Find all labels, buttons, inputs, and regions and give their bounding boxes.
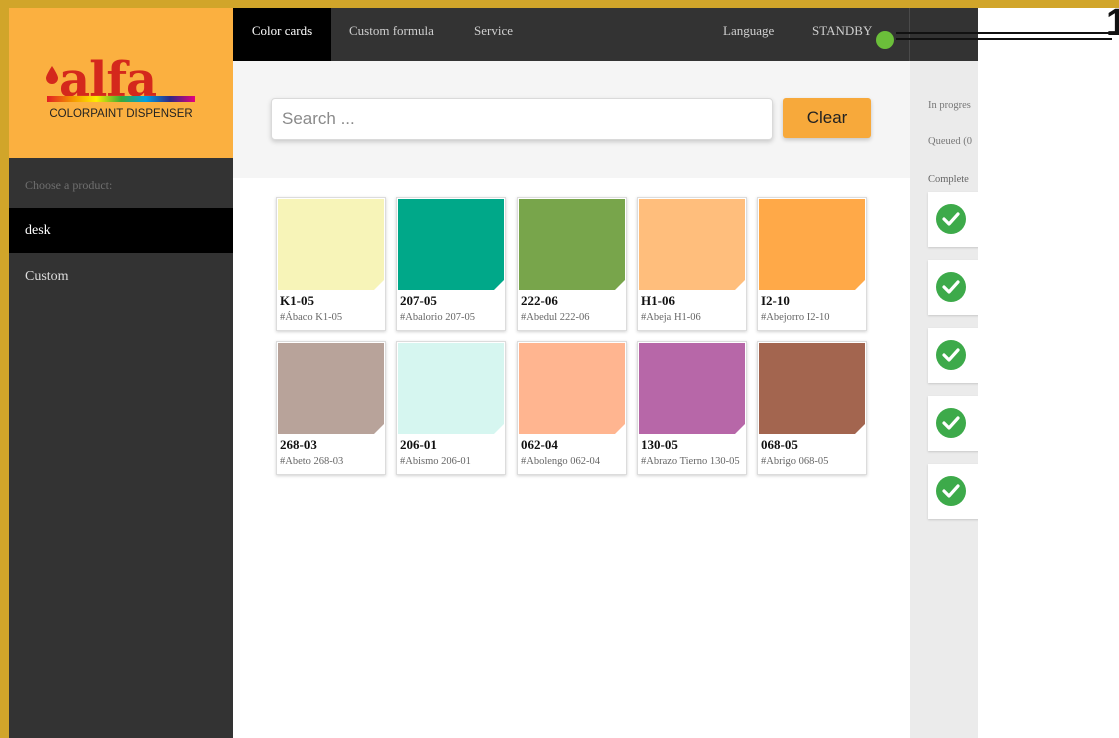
check-icon xyxy=(936,476,966,506)
color-swatch xyxy=(759,199,865,290)
sidebar-item-desk[interactable]: desk xyxy=(9,208,233,253)
check-icon xyxy=(936,272,966,302)
outside-area xyxy=(978,8,1119,738)
callout-line xyxy=(896,32,1112,34)
in-progress-label: In progres xyxy=(928,100,971,111)
search-bar: Clear xyxy=(233,61,910,178)
color-swatch xyxy=(639,343,745,434)
check-icon xyxy=(936,340,966,370)
color-code: 062-04 xyxy=(521,437,558,452)
color-card-grid: K1-05 #Ábaco K1-05 207-05 #Abalorio 207-05 2… xyxy=(233,178,910,738)
color-name: #Abolengo 062-04 xyxy=(521,456,601,467)
frame-border-left xyxy=(0,0,9,738)
status-label: STANDBY xyxy=(812,23,873,38)
color-swatch xyxy=(278,199,384,290)
completed-label: Complete xyxy=(928,174,969,185)
color-card[interactable]: 130-05 #Abrazo Tierno 130-05 xyxy=(637,341,747,475)
color-card[interactable]: K1-05 #Ábaco K1-05 xyxy=(276,197,386,331)
callout-number: 1 xyxy=(1106,2,1119,44)
color-name: #Ábaco K1-05 xyxy=(280,312,343,323)
color-card[interactable]: I2-10 #Abejorro I2-10 xyxy=(757,197,867,331)
check-icon xyxy=(936,204,966,234)
choose-product-label: Choose a product: xyxy=(25,178,113,192)
color-swatch xyxy=(398,199,504,290)
color-swatch xyxy=(519,199,625,290)
completed-job[interactable] xyxy=(928,328,978,383)
color-swatch xyxy=(398,343,504,434)
check-icon xyxy=(936,408,966,438)
color-code: I2-10 xyxy=(761,293,790,308)
job-queue-panel: In progres Queued (0 Complete xyxy=(910,8,978,738)
color-card[interactable]: 207-05 #Abalorio 207-05 xyxy=(396,197,506,331)
color-name: #Abedul 222-06 xyxy=(521,312,590,323)
logo-panel: alfa COLORPAINT DISPENSER xyxy=(9,8,233,158)
logo-rainbow-bar xyxy=(47,96,195,102)
color-name: #Abejorro I2-10 xyxy=(761,312,830,323)
color-code: 207-05 xyxy=(400,293,437,308)
color-name: #Abeja H1-06 xyxy=(641,312,701,323)
tab-color-cards[interactable]: Color cards xyxy=(233,8,331,61)
clear-button[interactable]: Clear xyxy=(783,98,871,138)
completed-job[interactable] xyxy=(928,396,978,451)
sidebar-item-custom[interactable]: Custom xyxy=(9,254,233,299)
color-name: #Abismo 206-01 xyxy=(400,456,471,467)
search-input[interactable] xyxy=(271,98,773,140)
color-code: 206-01 xyxy=(400,437,437,452)
color-swatch xyxy=(639,199,745,290)
color-card[interactable]: H1-06 #Abeja H1-06 xyxy=(637,197,747,331)
color-code: 068-05 xyxy=(761,437,798,452)
color-name: #Abrigo 068-05 xyxy=(761,456,829,467)
color-name: #Abrazo Tierno 130-05 xyxy=(641,456,740,467)
color-name: #Abalorio 207-05 xyxy=(400,312,475,323)
color-card[interactable]: 268-03 #Abeto 268-03 xyxy=(276,341,386,475)
top-navigation: Color cards Custom formula Service Langu… xyxy=(233,8,978,61)
color-code: 268-03 xyxy=(280,437,317,452)
completed-job[interactable] xyxy=(928,192,978,247)
color-code: K1-05 xyxy=(280,293,314,308)
color-swatch xyxy=(519,343,625,434)
logo-subtitle: COLORPAINT DISPENSER xyxy=(49,108,193,120)
tab-service[interactable]: Service xyxy=(474,8,513,61)
sidebar: alfa COLORPAINT DISPENSER Choose a produ… xyxy=(9,8,233,738)
frame-border-top xyxy=(0,0,1119,8)
color-card[interactable]: 062-04 #Abolengo 062-04 xyxy=(517,341,627,475)
color-card[interactable]: 068-05 #Abrigo 068-05 xyxy=(757,341,867,475)
tab-custom-formula[interactable]: Custom formula xyxy=(349,8,434,61)
color-name: #Abeto 268-03 xyxy=(280,456,344,467)
color-card[interactable]: 222-06 #Abedul 222-06 xyxy=(517,197,627,331)
color-code: H1-06 xyxy=(641,293,675,308)
color-swatch xyxy=(759,343,865,434)
color-card[interactable]: 206-01 #Abismo 206-01 xyxy=(396,341,506,475)
color-swatch xyxy=(278,343,384,434)
queue-header xyxy=(910,8,978,61)
completed-job[interactable] xyxy=(928,464,978,519)
color-code: 222-06 xyxy=(521,293,558,308)
language-menu[interactable]: Language xyxy=(723,8,774,61)
callout-line xyxy=(896,38,1112,40)
color-code: 130-05 xyxy=(641,437,678,452)
queued-label: Queued (0 xyxy=(928,136,973,147)
status-indicator-icon xyxy=(876,31,894,49)
completed-job[interactable] xyxy=(928,260,978,315)
